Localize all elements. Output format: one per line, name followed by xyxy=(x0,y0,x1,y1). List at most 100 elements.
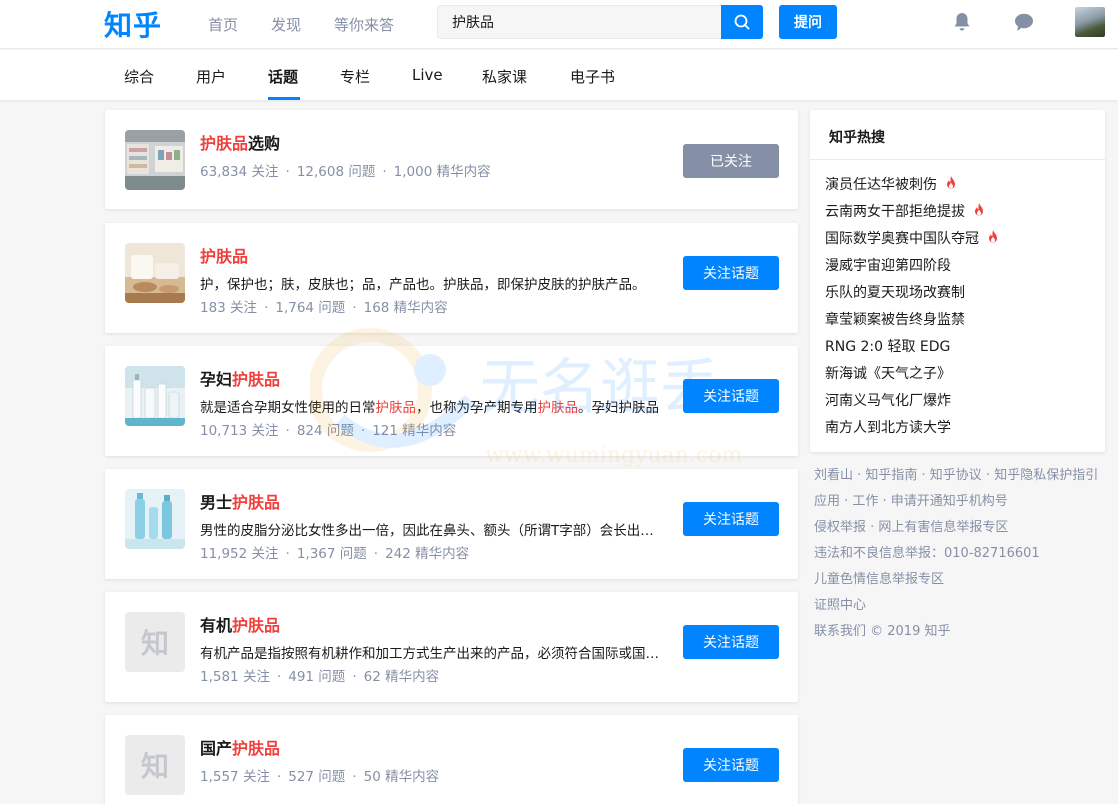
follower-count: 183 关注 xyxy=(200,300,258,316)
hot-search-item[interactable]: 演员任达华被刺伤 xyxy=(825,174,999,201)
hot-search-item[interactable]: 国际数学奥赛中国队夺冠 xyxy=(825,228,999,255)
hot-search-item[interactable]: 章莹颖案被告终身监禁 xyxy=(825,309,999,336)
active-tab-indicator xyxy=(268,97,300,100)
title-prefix: 孕妇 xyxy=(200,370,233,389)
search-type-tabs: 综合 用户 话题 专栏 Live 私家课 电子书 xyxy=(0,50,1118,100)
hot-search-item[interactable]: 漫威宇宙迎第四阶段 xyxy=(825,255,999,282)
topic-thumbnail[interactable] xyxy=(125,489,185,549)
hot-search-item[interactable]: 新海诚《天气之子》 xyxy=(825,363,999,390)
follow-topic-button[interactable]: 关注话题 xyxy=(683,502,779,536)
follow-topic-button[interactable]: 关注话题 xyxy=(683,256,779,290)
topic-thumbnail-placeholder[interactable]: 知 xyxy=(125,735,185,795)
topic-meta: 11,952 关注 · 1,367 问题 · 242 精华内容 xyxy=(200,546,470,562)
follow-topic-button[interactable]: 关注话题 xyxy=(683,379,779,413)
topic-thumbnail[interactable] xyxy=(125,243,185,303)
bell-icon[interactable] xyxy=(950,10,974,34)
topic-meta: 63,834 关注 · 12,608 问题 · 1,000 精华内容 xyxy=(200,164,491,180)
search-button[interactable] xyxy=(721,5,763,39)
follower-count: 10,713 关注 xyxy=(200,423,279,439)
topic-meta: 1,581 关注 · 491 问题 · 62 精华内容 xyxy=(200,669,440,685)
search-icon xyxy=(734,14,750,30)
hot-search-item[interactable]: 南方人到北方读大学 xyxy=(825,417,999,444)
top-header: 知乎 首页 发现 等你来答 提问 xyxy=(0,0,1118,49)
title-highlight: 护肤品 xyxy=(232,370,281,389)
footer-line[interactable]: 违法和不良信息举报：010-82716601 xyxy=(814,542,1114,568)
tab-columns[interactable]: 专栏 xyxy=(340,66,370,87)
title-highlight: 护肤品 xyxy=(200,134,249,153)
topic-description: 有机产品是指按照有机耕作和加工方式生产出来的产品，必须符合国际或国家有机标准 xyxy=(200,646,665,662)
zhihu-logo[interactable]: 知乎 xyxy=(104,4,162,44)
tab-all[interactable]: 综合 xyxy=(124,66,154,87)
featured-count: 50 精华内容 xyxy=(363,769,440,785)
tab-users[interactable]: 用户 xyxy=(196,66,226,87)
followed-button[interactable]: 已关注 xyxy=(683,144,779,178)
hot-search-item[interactable]: 河南义马气化厂爆炸 xyxy=(825,390,999,417)
divider xyxy=(810,159,1105,160)
topic-thumbnail-placeholder[interactable]: 知 xyxy=(125,612,185,672)
question-count: 527 问题 xyxy=(288,769,346,785)
tab-topics[interactable]: 话题 xyxy=(268,66,298,87)
tab-live[interactable]: Live xyxy=(412,66,443,84)
footer-line[interactable]: 应用 · 工作 · 申请开通知乎机构号 xyxy=(814,490,1114,516)
featured-count: 1,000 精华内容 xyxy=(393,164,491,180)
follow-topic-button[interactable]: 关注话题 xyxy=(683,748,779,782)
main-nav: 首页 发现 等你来答 xyxy=(208,14,427,35)
hot-search-panel: 知乎热搜 演员任达华被刺伤 云南两女干部拒绝提拔 国际数学奥赛中国队夺冠 漫威宇… xyxy=(810,110,1105,452)
title-highlight: 护肤品 xyxy=(232,739,281,758)
topic-title[interactable]: 护肤品选购 xyxy=(200,130,280,154)
topic-title[interactable]: 男士护肤品 xyxy=(200,489,280,513)
topic-thumbnail[interactable] xyxy=(125,366,185,426)
tab-ebooks[interactable]: 电子书 xyxy=(570,66,615,87)
topic-card: 护肤品 护，保护也；肤，皮肤也；品，产品也。护肤品，即保护皮肤的护肤产品。 18… xyxy=(105,223,798,333)
hot-search-list: 演员任达华被刺伤 云南两女干部拒绝提拔 国际数学奥赛中国队夺冠 漫威宇宙迎第四阶… xyxy=(825,174,999,444)
topic-meta: 10,713 关注 · 824 问题 · 121 精华内容 xyxy=(200,423,457,439)
topic-title[interactable]: 国产护肤品 xyxy=(200,735,280,759)
ask-question-button[interactable]: 提问 xyxy=(779,5,837,39)
title-prefix: 国产 xyxy=(200,739,233,758)
follow-topic-button[interactable]: 关注话题 xyxy=(683,625,779,659)
footer-line[interactable]: 证照中心 xyxy=(814,594,1114,620)
footer-line[interactable]: 联系我们 © 2019 知乎 xyxy=(814,620,1114,646)
hot-search-item[interactable]: RNG 2:0 轻取 EDG xyxy=(825,336,999,363)
hot-search-title: 知乎热搜 xyxy=(829,130,885,146)
footer-line[interactable]: 刘看山 · 知乎指南 · 知乎协议 · 知乎隐私保护指引 xyxy=(814,464,1114,490)
featured-count: 242 精华内容 xyxy=(385,546,470,562)
topic-title[interactable]: 有机护肤品 xyxy=(200,612,280,636)
title-prefix: 男士 xyxy=(200,493,233,512)
topic-title[interactable]: 护肤品 xyxy=(200,243,248,267)
hot-search-item[interactable]: 云南两女干部拒绝提拔 xyxy=(825,201,999,228)
featured-count: 121 精华内容 xyxy=(372,423,457,439)
featured-count: 168 精华内容 xyxy=(363,300,448,316)
tab-private-courses[interactable]: 私家课 xyxy=(482,66,527,87)
topic-thumbnail[interactable] xyxy=(125,130,185,190)
topic-meta: 183 关注 · 1,764 问题 · 168 精华内容 xyxy=(200,300,448,316)
question-count: 491 问题 xyxy=(288,669,346,685)
featured-count: 62 精华内容 xyxy=(363,669,440,685)
title-rest: 选购 xyxy=(248,134,281,153)
footer-line[interactable]: 儿童色情信息举报专区 xyxy=(814,568,1114,594)
title-highlight: 护肤品 xyxy=(232,493,281,512)
footer-line[interactable]: 侵权举报 · 网上有害信息举报专区 xyxy=(814,516,1114,542)
question-count: 824 问题 xyxy=(296,423,354,439)
nav-explore[interactable]: 发现 xyxy=(271,14,301,35)
topic-title[interactable]: 孕妇护肤品 xyxy=(200,366,280,390)
follower-count: 1,581 关注 xyxy=(200,669,270,685)
sidebar-footer: 刘看山 · 知乎指南 · 知乎协议 · 知乎隐私保护指引 应用 · 工作 · 申… xyxy=(814,464,1114,646)
question-count: 1,367 问题 xyxy=(296,546,367,562)
nav-home[interactable]: 首页 xyxy=(208,14,238,35)
message-icon[interactable] xyxy=(1012,10,1036,34)
title-prefix: 有机 xyxy=(200,616,233,635)
question-count: 12,608 问题 xyxy=(296,164,376,180)
topic-meta: 1,557 关注 · 527 问题 · 50 精华内容 xyxy=(200,769,440,785)
fire-icon xyxy=(975,203,983,216)
topic-card: 知 国产护肤品 1,557 关注 · 527 问题 · 50 精华内容 关注话题 xyxy=(105,715,798,804)
topic-card: 护肤品选购 63,834 关注 · 12,608 问题 · 1,000 精华内容 已关注 xyxy=(105,110,798,209)
search-input[interactable] xyxy=(437,5,721,39)
fire-icon xyxy=(947,176,955,189)
topic-card: 孕妇护肤品 就是适合孕期女性使用的日常护肤品，也称为孕产期专用护肤品。孕妇护肤品… xyxy=(105,346,798,456)
nav-waiting-answers[interactable]: 等你来答 xyxy=(334,14,394,35)
topic-description: 就是适合孕期女性使用的日常护肤品，也称为孕产期专用护肤品。孕妇护肤品 xyxy=(200,400,659,416)
hot-search-item[interactable]: 乐队的夏天现场改赛制 xyxy=(825,282,999,309)
user-avatar[interactable] xyxy=(1075,7,1105,37)
fire-icon xyxy=(989,230,997,243)
